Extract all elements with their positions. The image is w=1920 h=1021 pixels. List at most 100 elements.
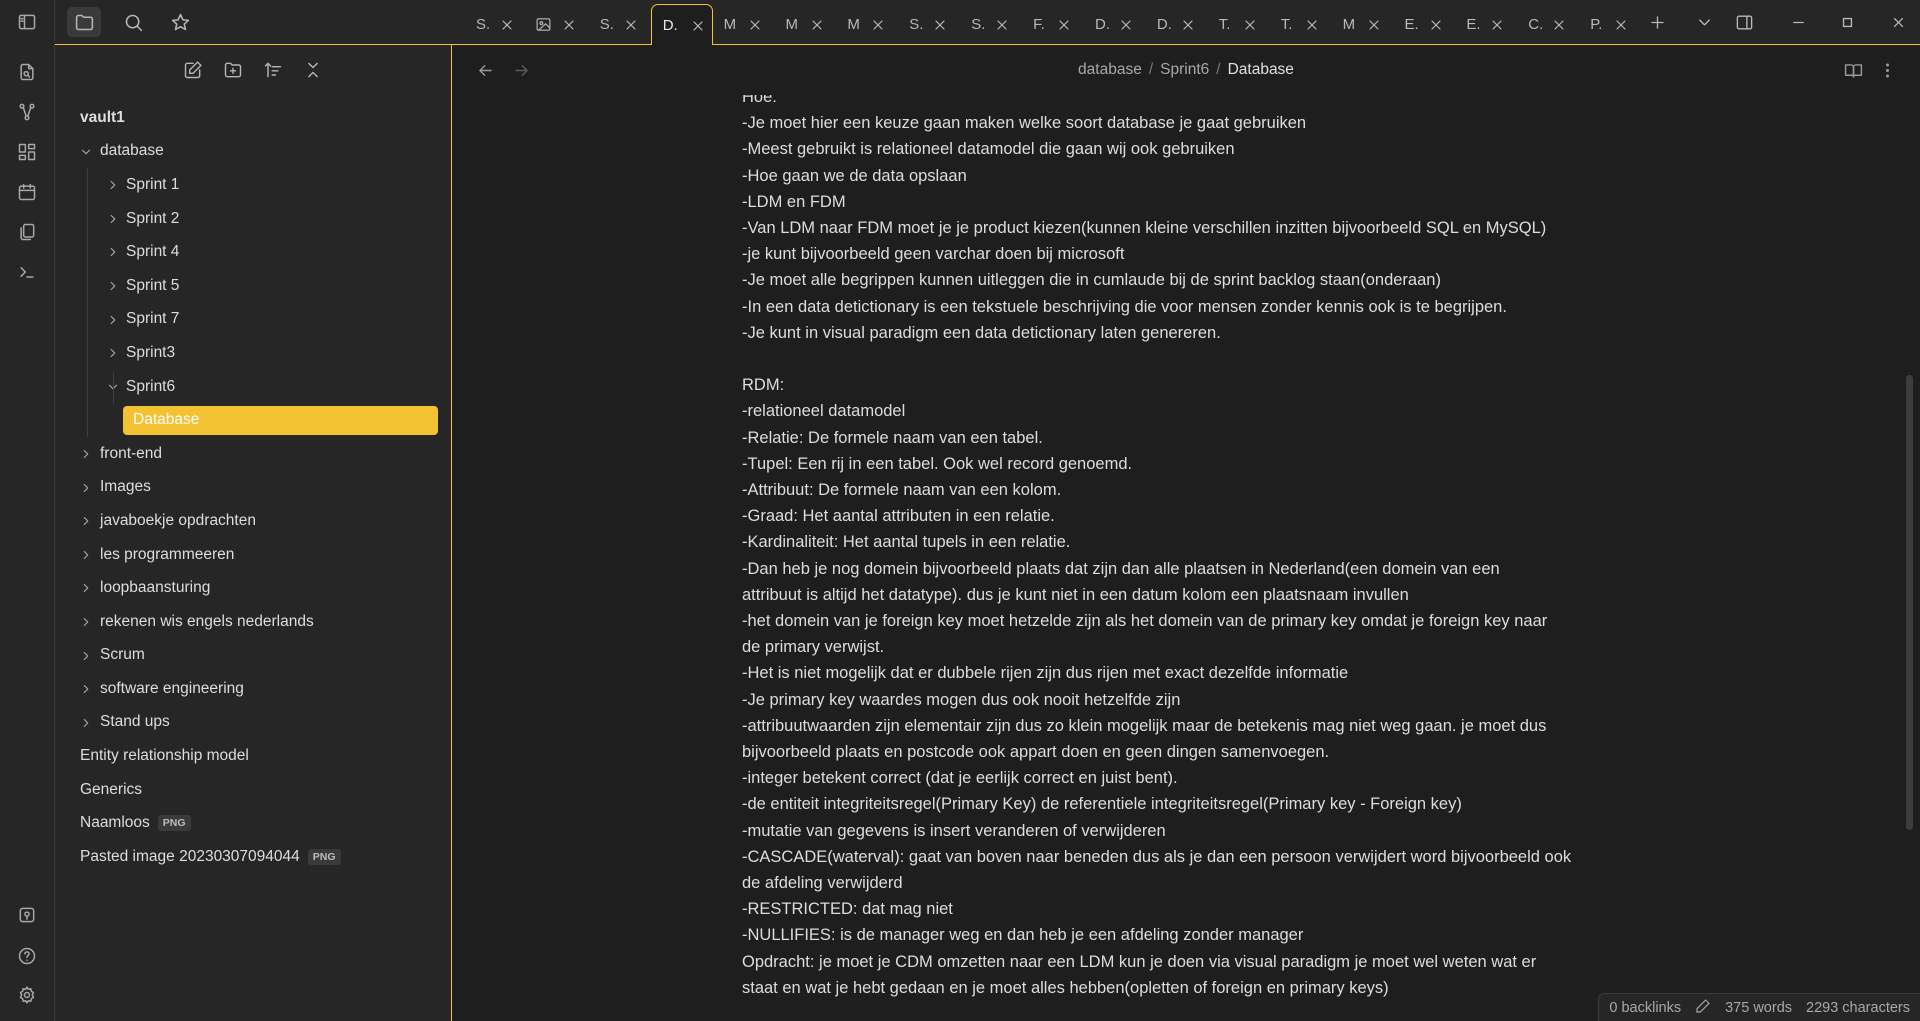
tab-3[interactable]: S. <box>589 4 645 45</box>
editor-scrollbar[interactable] <box>1906 375 1913 830</box>
sort-order-icon[interactable] <box>259 57 287 83</box>
chevron-right-icon[interactable] <box>79 481 93 495</box>
command-palette-icon[interactable] <box>12 257 42 287</box>
file-pasted-image-20230307094044[interactable]: Pasted image 20230307094044 PNG <box>55 840 452 874</box>
folder-sprint-7[interactable]: Sprint 7 <box>55 303 452 337</box>
close-tab-icon[interactable] <box>932 17 948 33</box>
reading-view-book-icon[interactable] <box>1841 58 1865 82</box>
close-tab-icon[interactable] <box>1428 17 1444 33</box>
close-tab-icon[interactable] <box>1304 17 1320 33</box>
breadcrumb-part-database[interactable]: database <box>1078 61 1142 78</box>
tab-10[interactable]: F. <box>1022 4 1078 45</box>
folder-sprint3[interactable]: Sprint3 <box>55 336 452 370</box>
close-tab-icon[interactable] <box>1056 17 1072 33</box>
folder-loopbaansturing[interactable]: loopbaansturing <box>55 571 452 605</box>
close-tab-icon[interactable] <box>499 17 515 33</box>
settings-gear-icon[interactable] <box>12 980 42 1010</box>
new-folder-icon[interactable] <box>219 57 247 83</box>
tab-5[interactable]: M <box>713 4 769 45</box>
close-tab-icon[interactable] <box>1489 17 1505 33</box>
close-tab-icon[interactable] <box>561 17 577 33</box>
folder-front-end[interactable]: front-end <box>55 437 452 471</box>
file-database[interactable]: Database <box>55 403 452 437</box>
more-options-icon[interactable] <box>1875 58 1899 82</box>
vault-root[interactable]: vault1 <box>55 101 452 135</box>
maximize-window-icon[interactable] <box>1832 9 1862 35</box>
folder-database[interactable]: database <box>55 135 452 169</box>
close-tab-icon[interactable] <box>623 17 639 33</box>
close-tab-icon[interactable] <box>1366 17 1382 33</box>
help-icon[interactable] <box>12 941 42 971</box>
tab-15[interactable]: M <box>1332 4 1388 45</box>
tab-2[interactable] <box>527 4 583 45</box>
folder-sprint-4[interactable]: Sprint 4 <box>55 235 452 269</box>
chevron-right-icon[interactable] <box>106 212 120 226</box>
tab-17[interactable]: E. <box>1455 4 1511 45</box>
close-window-icon[interactable] <box>1883 9 1913 35</box>
note-body[interactable]: Hoe: -Je moet hier een keuze gaan maken w… <box>742 95 1612 1001</box>
chevron-right-icon[interactable] <box>106 245 120 259</box>
tab-8[interactable]: S. <box>898 4 954 45</box>
chevron-right-icon[interactable] <box>106 279 120 293</box>
folder-software-engineering[interactable]: software engineering <box>55 672 452 706</box>
folder-sprint-1[interactable]: Sprint 1 <box>55 168 452 202</box>
graph-view-icon[interactable] <box>12 97 42 127</box>
toggle-sidebar-icon[interactable] <box>12 7 42 37</box>
chevron-right-icon[interactable] <box>79 682 93 696</box>
close-tab-icon[interactable] <box>870 17 886 33</box>
tab-4[interactable]: D. <box>650 4 713 45</box>
close-tab-icon[interactable] <box>1118 17 1134 33</box>
chevron-right-icon[interactable] <box>106 313 120 327</box>
chevron-down-icon[interactable] <box>79 145 93 159</box>
chevron-right-icon[interactable] <box>79 447 93 461</box>
new-tab-plus-icon[interactable] <box>1642 9 1672 35</box>
folder-les-programmeeren[interactable]: les programmeeren <box>55 538 452 572</box>
tab-9[interactable]: S. <box>960 4 1016 45</box>
open-quick-switcher-icon[interactable] <box>12 57 42 87</box>
templates-icon[interactable] <box>12 217 42 247</box>
search-icon[interactable] <box>116 7 150 37</box>
tab-list-chevron-down-icon[interactable] <box>1689 9 1719 35</box>
close-tab-icon[interactable] <box>1551 17 1567 33</box>
chevron-right-icon[interactable] <box>106 178 120 192</box>
daily-note-icon[interactable] <box>12 177 42 207</box>
new-note-icon[interactable] <box>179 57 207 83</box>
folder-sprint6[interactable]: Sprint6 <box>55 370 452 404</box>
breadcrumb-current-note[interactable]: Database <box>1228 61 1294 78</box>
close-tab-icon[interactable] <box>747 17 763 33</box>
close-tab-icon[interactable] <box>809 17 825 33</box>
backlinks-count[interactable]: 0 backlinks <box>1609 1000 1681 1016</box>
tab-16[interactable]: E. <box>1394 4 1450 45</box>
tab-6[interactable]: M <box>775 4 831 45</box>
folder-stand-ups[interactable]: Stand ups <box>55 706 452 740</box>
canvas-icon[interactable] <box>12 137 42 167</box>
tab-11[interactable]: D. <box>1084 4 1140 45</box>
tab-1[interactable]: S. <box>465 4 521 45</box>
breadcrumb-part-sprint6[interactable]: Sprint6 <box>1160 61 1209 78</box>
tab-14[interactable]: T. <box>1270 4 1326 45</box>
tab-18[interactable]: C. <box>1517 4 1573 45</box>
chevron-right-icon[interactable] <box>79 649 93 663</box>
edit-pencil-icon[interactable] <box>1695 998 1711 1018</box>
note-editor[interactable]: Hoe: -Je moet hier een keuze gaan maken w… <box>452 95 1920 1021</box>
chevron-right-icon[interactable] <box>79 548 93 562</box>
folder-images[interactable]: Images <box>55 471 452 505</box>
file-generics[interactable]: Generics <box>55 773 452 807</box>
vault-switcher-icon[interactable] <box>12 900 42 930</box>
chevron-right-icon[interactable] <box>79 615 93 629</box>
close-tab-icon[interactable] <box>1242 17 1258 33</box>
file-naamloos[interactable]: Naamloos PNG <box>55 806 452 840</box>
chevron-right-icon[interactable] <box>106 346 120 360</box>
close-tab-icon[interactable] <box>994 17 1010 33</box>
folder-rekenen-wis-engels-nederlands[interactable]: rekenen wis engels nederlands <box>55 605 452 639</box>
close-tab-icon[interactable] <box>1613 17 1629 33</box>
close-tab-icon[interactable] <box>1180 17 1196 33</box>
chevron-right-icon[interactable] <box>79 581 93 595</box>
file-entity-relationship-model[interactable]: Entity relationship model <box>55 739 452 773</box>
tab-19[interactable]: P. <box>1579 4 1635 45</box>
tab-12[interactable]: D. <box>1146 4 1202 45</box>
files-tab-folder-icon[interactable] <box>67 7 101 37</box>
tab-7[interactable]: M <box>836 4 892 45</box>
toggle-right-sidebar-icon[interactable] <box>1729 9 1759 35</box>
close-tab-icon[interactable] <box>690 18 706 34</box>
